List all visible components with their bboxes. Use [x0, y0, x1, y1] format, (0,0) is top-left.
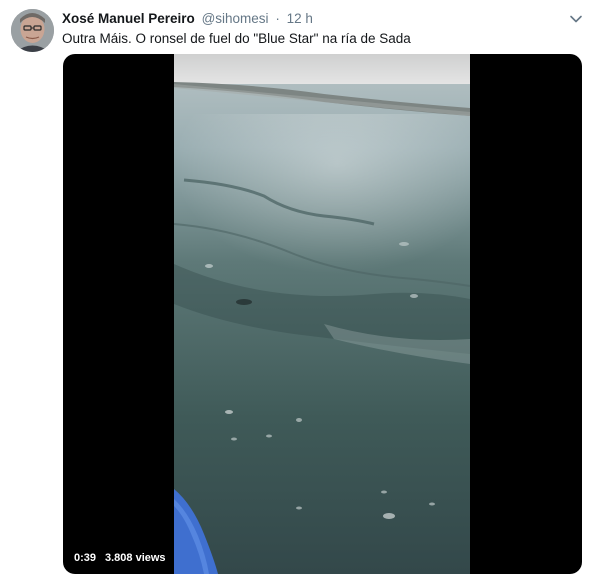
username[interactable]: @sihomesi: [202, 11, 269, 26]
chevron-down-icon[interactable]: [567, 10, 585, 28]
tweet[interactable]: Xosé Manuel Pereiro @sihomesi · 12 h Out…: [0, 0, 596, 588]
tweet-text: Outra Máis. O ronsel de fuel do "Blue St…: [62, 31, 411, 46]
video-frame[interactable]: [174, 54, 470, 574]
tweet-header: Xosé Manuel Pereiro @sihomesi · 12 h: [62, 10, 313, 28]
avatar[interactable]: [11, 9, 54, 52]
display-name[interactable]: Xosé Manuel Pereiro: [62, 11, 195, 26]
video-views-badge: 3.808 views: [101, 548, 170, 568]
timestamp[interactable]: 12 h: [287, 11, 313, 26]
video-player[interactable]: 0:39 3.808 views: [63, 54, 582, 574]
separator: ·: [275, 11, 280, 26]
video-duration-badge: 0:39: [70, 548, 101, 568]
